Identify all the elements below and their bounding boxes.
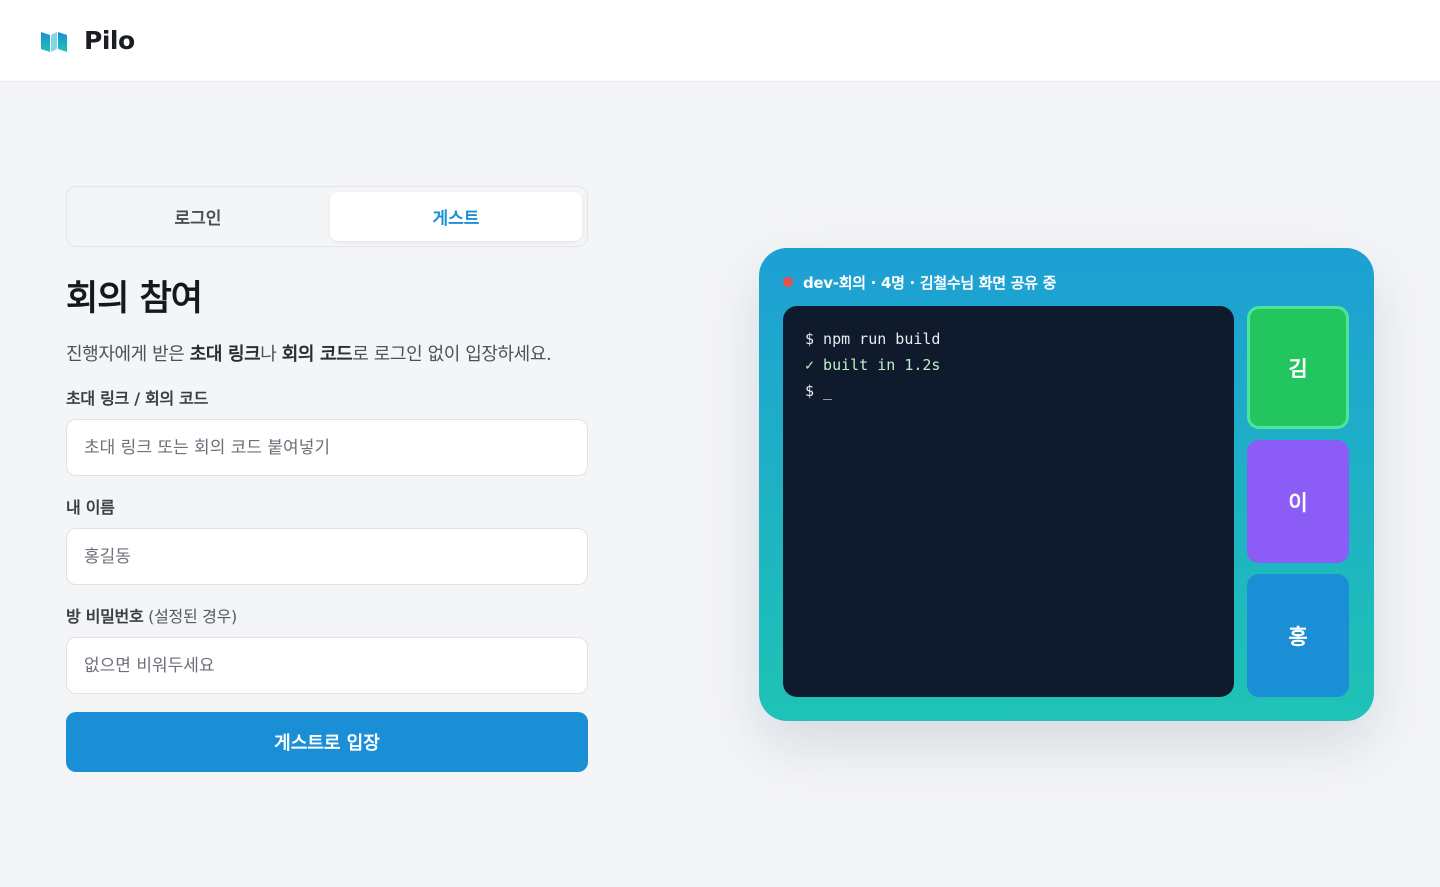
participant-tiles: 김 이 홍: [1247, 306, 1349, 708]
pilo-logo-icon: [41, 31, 67, 52]
brand-name: Pilo: [84, 26, 135, 55]
live-indicator-icon: [783, 277, 793, 287]
guest-join-panel: 로그인 게스트 회의 참여 진행자에게 받은 초대 링크나 회의 코드로 로그인…: [66, 186, 588, 772]
participant-tile: 김: [1247, 306, 1349, 429]
participant-tile: 이: [1247, 440, 1349, 563]
app-header: Pilo: [0, 0, 1440, 82]
guest-join-button[interactable]: 게스트로 입장: [66, 712, 588, 772]
participant-initial: 이: [1288, 490, 1308, 515]
participant-initial: 김: [1288, 356, 1308, 381]
invite-link-input[interactable]: [66, 419, 588, 476]
tab-login[interactable]: 로그인: [72, 192, 324, 241]
room-password-label-note: (설정된 경우): [143, 607, 237, 626]
terminal-line: $ _: [805, 382, 833, 400]
meeting-status: dev-회의 · 4명 · 김철수님 화면 공유 중: [783, 271, 1056, 293]
name-label: 내 이름: [66, 498, 115, 517]
meeting-status-text: dev-회의 · 4명 · 김철수님 화면 공유 중: [803, 273, 1057, 292]
meeting-preview: dev-회의 · 4명 · 김철수님 화면 공유 중 $ npm run bui…: [759, 248, 1374, 721]
page-description: 진행자에게 받은 초대 링크나 회의 코드로 로그인 없이 입장하세요.: [66, 344, 552, 365]
invite-link-label: 초대 링크 / 회의 코드: [66, 389, 208, 408]
name-input[interactable]: [66, 528, 588, 585]
page-title: 회의 참여: [66, 279, 203, 319]
terminal-line: $ npm run build: [805, 330, 941, 348]
participant-tile: 홍: [1247, 574, 1349, 697]
room-password-input[interactable]: [66, 637, 588, 694]
terminal-line: ✓ built in 1.2s: [805, 356, 941, 374]
tab-guest[interactable]: 게스트: [330, 192, 582, 241]
room-password-label: 방 비밀번호 (설정된 경우): [66, 607, 237, 626]
participant-initial: 홍: [1288, 624, 1308, 649]
auth-tabs: 로그인 게스트: [66, 186, 588, 247]
shared-screen: $ npm run build ✓ built in 1.2s $ _: [783, 306, 1234, 697]
